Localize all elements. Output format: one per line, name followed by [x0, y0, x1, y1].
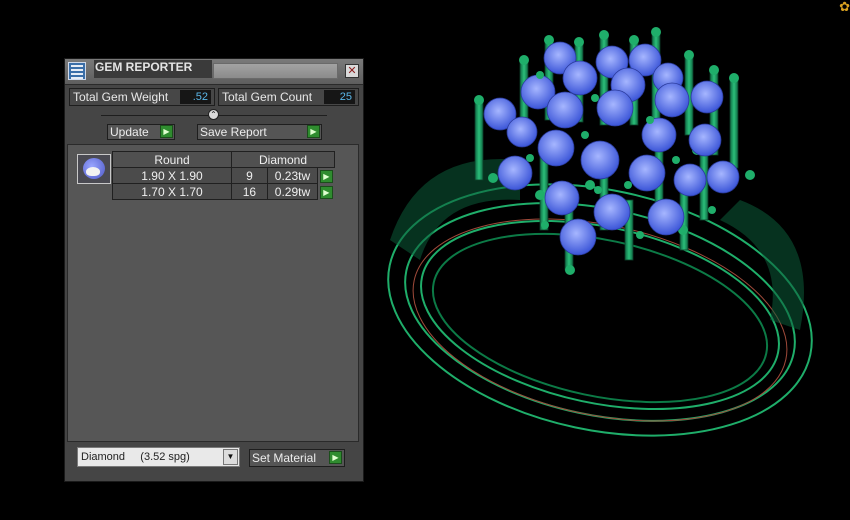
close-icon[interactable]: ✕	[345, 64, 359, 78]
gem-reporter-panel: GEM REPORTER ✕ Total Gem Weight .52 Tota…	[64, 58, 364, 482]
gem-count-cell: 16	[231, 183, 268, 200]
gem-weight-cell: 0.29tw	[266, 183, 319, 200]
row-arrow-button[interactable]: ▶	[319, 185, 333, 199]
play-arrow-icon: ▶	[307, 125, 320, 138]
gem-table: Round Diamond 1.90 X 1.90 9 0.23tw ▶ 1.7…	[112, 151, 335, 200]
corner-gear-icon[interactable]: ✿	[838, 0, 850, 14]
set-material-button-label: Set Material	[252, 451, 317, 465]
save-report-button[interactable]: Save Report ▶	[197, 124, 322, 140]
gem-table-header: Round Diamond	[112, 151, 335, 168]
chevron-down-icon[interactable]: ▼	[223, 449, 238, 465]
round-diamond-thumbnail[interactable]	[77, 154, 111, 184]
material-select[interactable]: Diamond (3.52 spg) ▼	[77, 447, 240, 467]
title-drag-area[interactable]	[213, 63, 338, 79]
gem-list-area: Round Diamond 1.90 X 1.90 9 0.23tw ▶ 1.7…	[67, 144, 359, 442]
update-button-label: Update	[110, 125, 149, 139]
set-material-button[interactable]: Set Material ▶	[249, 449, 345, 467]
gem-size-cell: 1.70 X 1.70	[112, 183, 232, 200]
save-report-button-label: Save Report	[200, 125, 267, 139]
gem-count-cell: 9	[231, 167, 268, 184]
table-row[interactable]: 1.70 X 1.70 16 0.29tw ▶	[112, 183, 335, 200]
panel-title: GEM REPORTER	[94, 60, 212, 78]
total-gem-weight-value: .52	[180, 90, 211, 104]
total-gem-weight-label: Total Gem Weight	[73, 90, 169, 104]
report-app-icon	[68, 62, 86, 80]
gem-size-cell: 1.90 X 1.90	[112, 167, 232, 184]
update-button[interactable]: Update ▶	[107, 124, 175, 140]
gem-weight-cell: 0.23tw	[266, 167, 319, 184]
table-row[interactable]: 1.90 X 1.90 9 0.23tw ▶	[112, 167, 335, 184]
play-arrow-icon: ▶	[329, 451, 342, 464]
titlebar[interactable]: GEM REPORTER ✕	[65, 59, 363, 85]
material-select-value: Diamond (3.52 spg)	[81, 451, 190, 463]
row-arrow-button[interactable]: ▶	[319, 169, 333, 183]
total-gem-count-label: Total Gem Count	[222, 90, 313, 104]
shape-header: Round	[112, 151, 232, 168]
total-gem-count-value: 25	[324, 90, 355, 104]
play-arrow-icon: ▶	[160, 125, 173, 138]
panel-splitter-handle[interactable]: ⌃	[208, 109, 219, 120]
material-header: Diamond	[231, 151, 335, 168]
